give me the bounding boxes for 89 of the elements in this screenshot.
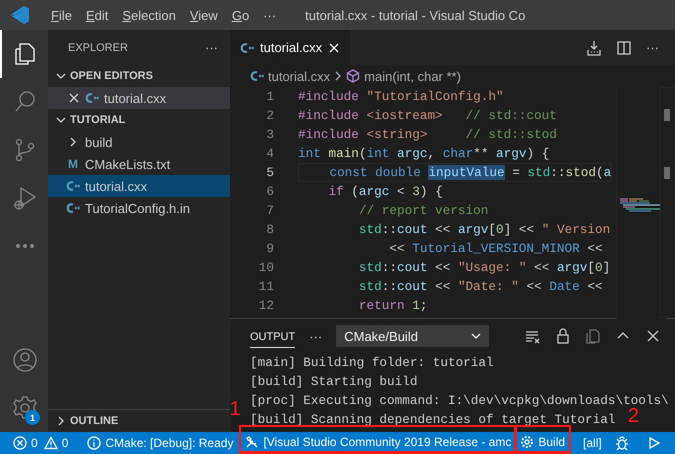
panel-tab[interactable]: OUTPUT [250, 324, 296, 348]
split-editor-icon[interactable] [616, 40, 632, 56]
cpp-file-icon [240, 42, 254, 54]
build-button[interactable]: Build [517, 432, 568, 451]
output-line: [main] Building folder: tutorial [250, 354, 494, 372]
tools-icon [245, 434, 260, 448]
output-line: [build] Starting build [250, 373, 418, 391]
code-line: #include <string> // std::stod [298, 126, 558, 144]
code-line: std::cout << "Usage: " << argv[0] [358, 259, 612, 277]
section-header[interactable]: OPEN EDITORS [48, 65, 230, 87]
scrollbar[interactable] [660, 87, 675, 318]
chevron-icon [334, 71, 342, 81]
more-actions-button[interactable]: ··· [205, 40, 218, 55]
tree-item[interactable]: M CMakeLists.txt [48, 153, 230, 175]
breadcrumb-item[interactable]: tutorial.cxx [268, 68, 330, 84]
code-line: << Tutorial_VERSION_MINOR << [388, 240, 604, 258]
menu-item[interactable]: File [44, 0, 79, 30]
code-line: int main(int argc, char** argv) { [298, 145, 550, 163]
close-icon[interactable] [645, 328, 661, 344]
menu-item[interactable]: Go [224, 0, 256, 30]
cpp-file-icon [250, 70, 264, 82]
annotation-number: 2 [628, 405, 640, 427]
line-number: 9 [265, 240, 275, 258]
run-icon[interactable] [646, 436, 661, 450]
code-line: std::cout << "Date: " << Date << [358, 278, 604, 296]
cpp-file-icon [66, 202, 80, 214]
file-name: TutorialConfig.h.in [85, 200, 190, 216]
open-editor-item[interactable]: tutorial.cxx [48, 87, 230, 109]
menu-item[interactable]: Selection [115, 0, 183, 30]
cube-icon [346, 69, 360, 83]
window-title: tutorial.cxx - tutorial - Visual Studio Co [305, 8, 526, 22]
cmake-status[interactable]: CMake: [Debug]: Ready [84, 432, 236, 454]
line-number: 4 [265, 145, 275, 163]
code-line: if (argc < 3) { [327, 183, 444, 201]
file-type-icon: M [66, 157, 80, 171]
line-number: 2 [265, 107, 275, 125]
app-logo-icon[interactable] [10, 5, 30, 25]
error-icon [13, 436, 27, 450]
code-line: std::cout << argv[0] << " Version [358, 221, 612, 239]
notification-badge: 1 [25, 410, 40, 425]
section-header[interactable]: TUTORIAL [48, 109, 230, 131]
account-icon[interactable] [11, 346, 39, 374]
code-line: #include <iostream> // std::cout [298, 107, 558, 125]
line-number: 3 [265, 126, 275, 144]
line-number: 12 [258, 297, 275, 315]
more-actions-button[interactable]: ··· [309, 328, 322, 344]
code-line: #include "TutorialConfig.h" [298, 88, 505, 106]
line-number: 11 [258, 278, 275, 296]
errors-status[interactable]: 0 [10, 432, 41, 454]
more-actions-button[interactable]: ··· [646, 40, 659, 55]
kit-selector[interactable]: [Visual Studio Community 2019 Release - amc [242, 432, 514, 451]
menu-item[interactable]: View [182, 0, 225, 30]
cpp-file-icon [66, 180, 80, 192]
annotation-number: 1 [229, 398, 241, 420]
file-name: tutorial.cxx [104, 90, 166, 106]
info-icon [87, 436, 102, 450]
output-line: [proc] Executing command: I:\dev\vcpkg\downloads\tools\ [250, 392, 669, 408]
cpp-file-icon [85, 92, 99, 104]
file-name: CMakeLists.txt [85, 156, 170, 172]
editor-tab[interactable]: tutorial.cxx [230, 30, 350, 65]
line-number: 1 [265, 88, 275, 106]
sidebar-title: EXPLORER [68, 42, 128, 54]
build-target-selector[interactable]: [all] [580, 432, 605, 454]
warning-icon [44, 436, 58, 450]
line-number: 10 [258, 259, 275, 277]
line-number: 8 [265, 221, 275, 239]
close-icon[interactable] [68, 92, 80, 104]
code-line: return 1; [358, 297, 428, 315]
bug-icon[interactable] [614, 435, 630, 451]
tree-item[interactable]: build [48, 131, 230, 153]
file-name: tutorial.cxx [85, 178, 148, 194]
code-line: // report version [358, 202, 490, 220]
copy-icon[interactable] [585, 328, 601, 344]
file-name: build [85, 134, 112, 150]
gear-icon [520, 434, 534, 448]
tree-item[interactable]: TutorialConfig.h.in [48, 197, 230, 219]
menu-item[interactable]: Edit [78, 0, 116, 30]
line-number: 7 [265, 202, 275, 220]
line-number: 6 [265, 183, 275, 201]
more-menu-button[interactable]: ··· [256, 0, 284, 30]
output-channel-dropdown[interactable]: CMake/Build [336, 325, 490, 347]
output-line: [build] Scanning dependencies of target Tutorial [250, 411, 616, 429]
run-debug-icon[interactable] [11, 184, 39, 212]
line-number: 5 [265, 164, 275, 182]
tree-item[interactable]: tutorial.cxx [48, 175, 230, 197]
breadcrumb-item[interactable]: main(int, char **) [364, 68, 461, 84]
download-icon[interactable] [586, 40, 602, 56]
lock-icon[interactable] [555, 328, 571, 344]
warnings-status[interactable]: 0 [40, 432, 72, 454]
